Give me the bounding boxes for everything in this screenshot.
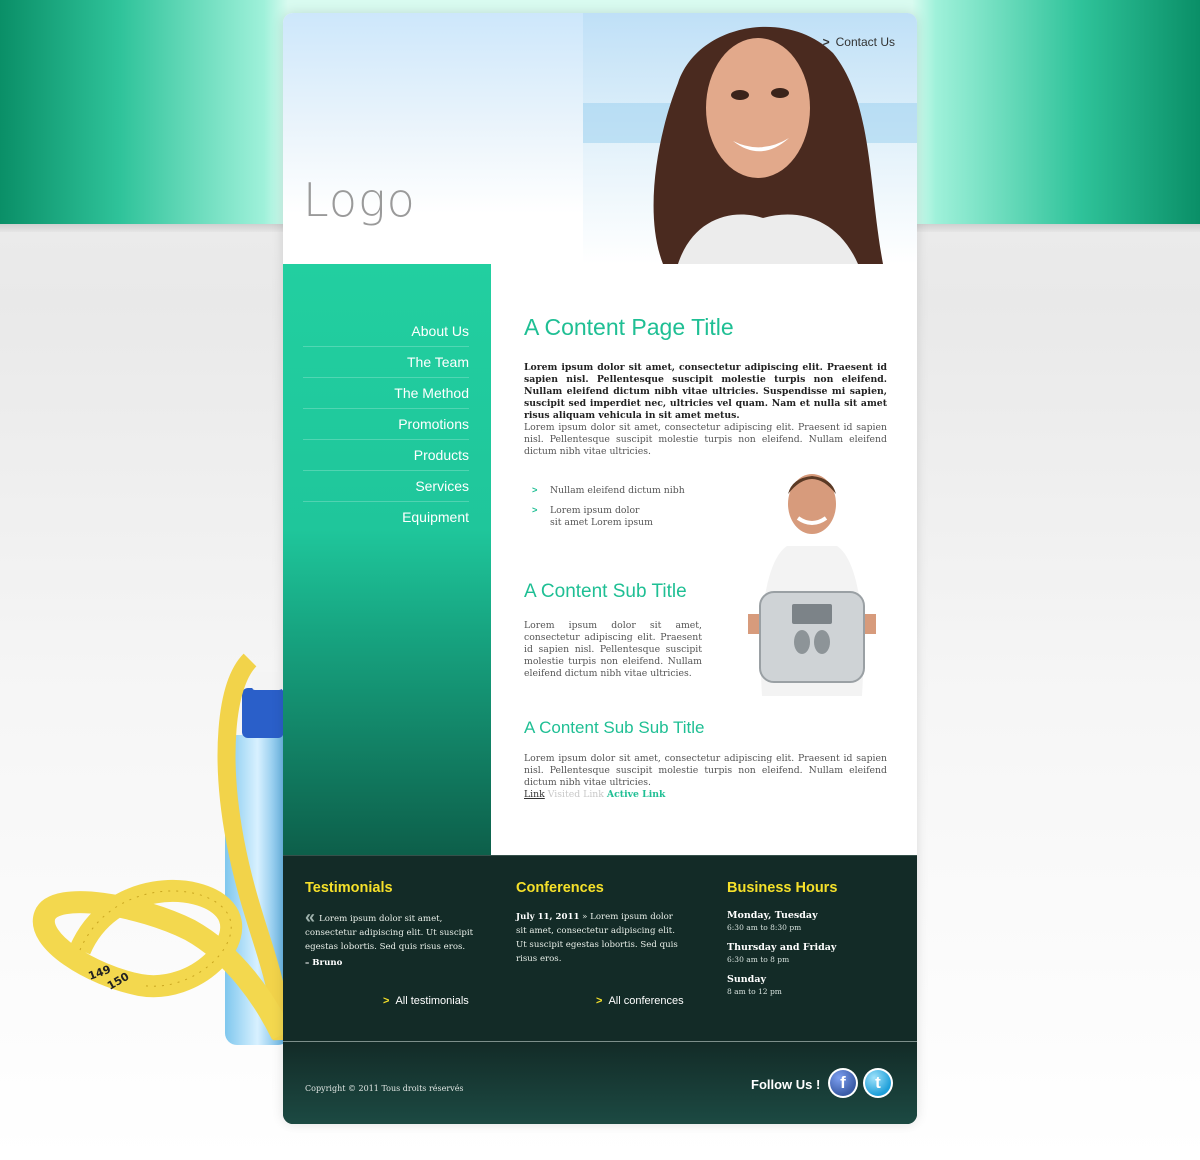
sample-active-link[interactable]: Active Link (607, 789, 666, 800)
paragraph-1: Lorem ipsum dolor sit amet, consectetur … (524, 422, 887, 457)
chevron-right-icon: > (383, 995, 390, 1007)
follow-us-label: Follow Us ! (751, 1077, 821, 1092)
business-hours-column: Business Hours Monday, Tuesday 6:30 am t… (727, 880, 897, 1006)
link-samples: Link Visited Link Active Link (524, 789, 665, 800)
page-title: A Content Page Title (524, 314, 734, 340)
paragraph-2: Lorem ipsum dolor sit amet, consectetur … (524, 620, 702, 679)
all-testimonials-label: All testimonials (395, 995, 469, 1007)
conferences-title: Conferences (516, 880, 604, 896)
testimonials-column: Testimonials ‹‹ Lorem ipsum dolor sit ame… (305, 880, 475, 968)
footer: Testimonials ‹‹ Lorem ipsum dolor sit ame… (283, 855, 917, 1124)
list-item: > Nullam eleifend dictum nibh (532, 485, 732, 497)
chevron-right-icon: > (532, 505, 538, 515)
chevron-right-icon: > (596, 995, 603, 1007)
facebook-icon[interactable]: f (828, 1068, 858, 1098)
hours-day: Thursday and Friday (727, 942, 837, 953)
quote-icon: ‹‹ (305, 907, 315, 927)
nav-item-equipment[interactable]: Equipment (303, 502, 469, 532)
copyright: Copyright © 2011 Tous droits réservés (305, 1084, 464, 1093)
nav-item-services[interactable]: Services (303, 471, 469, 502)
conference-entry: July 11, 2011 » Lorem ipsum dolor sit am… (516, 910, 686, 966)
chevron-right-icon: > (822, 35, 830, 49)
conferences-column: Conferences July 11, 2011 » Lorem ipsum … (516, 880, 686, 966)
all-conferences-label: All conferences (608, 995, 684, 1007)
hours-time: 6:30 am to 8 pm (727, 955, 790, 964)
footer-divider (283, 1041, 917, 1042)
man-with-scale-image (748, 474, 876, 696)
list-item-text: Lorem ipsum dolor sit amet Lorem ipsum (550, 505, 653, 528)
chevron-right-icon: > (532, 485, 538, 495)
testimonial-body: Lorem ipsum dolor sit amet, consectetur … (305, 914, 474, 952)
testimonials-title: Testimonials (305, 880, 393, 896)
content-sub-subtitle: A Content Sub Sub Title (524, 718, 705, 737)
contact-us-link[interactable]: > Contact Us (823, 35, 895, 49)
bullet-list: > Nullam eleifend dictum nibh > Lorem ipsu… (532, 485, 732, 537)
sample-link[interactable]: Link (524, 789, 545, 800)
conference-date: July 11, 2011 (516, 912, 580, 922)
hours-time: 8 am to 12 pm (727, 987, 782, 996)
list-item: > Lorem ipsum dolor sit amet Lorem ipsum (532, 505, 732, 529)
hours-time: 6:30 am to 8:30 pm (727, 923, 802, 932)
footer-bottom-band (283, 1042, 917, 1124)
logo[interactable]: Logo (303, 173, 416, 227)
hero-woman-image (583, 13, 917, 264)
hours-day: Monday, Tuesday (727, 910, 818, 921)
lead-paragraph: Lorem ipsum dolor sit amet, consectetur … (524, 362, 887, 421)
testimonial-author: – Bruno (305, 958, 343, 968)
page-card: Logo > Contact Us About Us The Team The M… (283, 13, 917, 1124)
nav-item-products[interactable]: Products (303, 440, 469, 471)
all-testimonials-link[interactable]: > All testimonials (383, 995, 469, 1007)
nav-item-the-team[interactable]: The Team (303, 347, 469, 378)
content-subtitle: A Content Sub Title (524, 581, 687, 602)
business-hours-title: Business Hours (727, 880, 838, 896)
testimonial-text: ‹‹ Lorem ipsum dolor sit amet, consectetu… (305, 907, 475, 954)
hours-day: Sunday (727, 974, 766, 985)
nav-item-about-us[interactable]: About Us (303, 316, 469, 347)
sample-visited-link[interactable]: Visited Link (548, 789, 604, 800)
nav-item-the-method[interactable]: The Method (303, 378, 469, 409)
header: Logo > Contact Us (283, 13, 917, 264)
main-navigation: About Us The Team The Method Promotions … (303, 316, 469, 532)
twitter-icon[interactable]: t (863, 1068, 893, 1098)
measuring-tape-bottle-image: 149 150 (32, 653, 290, 1045)
list-item-text: Nullam eleifend dictum nibh (550, 485, 685, 496)
sidebar: About Us The Team The Method Promotions … (283, 264, 491, 855)
nav-item-promotions[interactable]: Promotions (303, 409, 469, 440)
all-conferences-link[interactable]: > All conferences (596, 995, 684, 1007)
contact-us-label: Contact Us (835, 35, 895, 49)
paragraph-3: Lorem ipsum dolor sit amet, consectetur … (524, 753, 887, 788)
